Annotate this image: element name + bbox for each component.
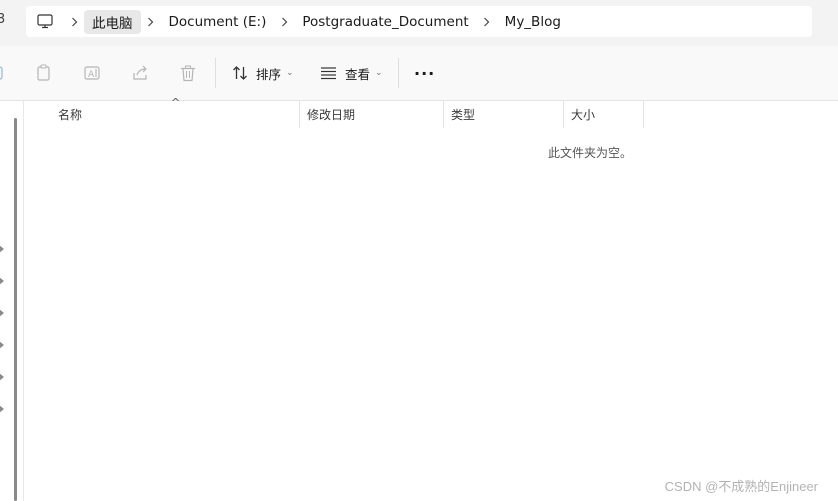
view-button[interactable]: 查看 ⌄ xyxy=(320,60,383,86)
expand-arrow-icon[interactable] xyxy=(0,245,4,253)
view-label: 查看 xyxy=(345,66,371,82)
chevron-down-icon: ⌄ xyxy=(286,68,294,78)
empty-folder-message: 此文件夹为空。 xyxy=(548,146,633,160)
expand-arrow-icon[interactable] xyxy=(0,405,4,413)
rename-icon[interactable]: A xyxy=(84,60,102,86)
svg-text:A: A xyxy=(88,70,95,80)
breadcrumb-item-drive[interactable]: Document (E:) xyxy=(161,10,275,34)
chevron-right-icon[interactable] xyxy=(141,6,161,37)
column-label: 类型 xyxy=(451,108,476,122)
computer-icon[interactable] xyxy=(26,6,64,37)
expand-arrow-icon[interactable] xyxy=(0,277,4,285)
chevron-right-icon[interactable] xyxy=(274,6,294,37)
chevron-right-icon[interactable] xyxy=(477,6,497,37)
nav-scrollbar[interactable] xyxy=(14,118,17,501)
sort-arrows-icon xyxy=(233,66,247,80)
command-bar: A 排序 ⌄ 查看 ⌄ ··· xyxy=(0,46,838,101)
column-header-size[interactable]: 大小 xyxy=(564,101,644,128)
address-region: 3 此电脑 Document (E:) Postgraduate_Documen… xyxy=(0,0,838,46)
monitor-icon xyxy=(37,14,53,29)
chevron-right-icon[interactable] xyxy=(64,6,84,37)
sort-button[interactable]: 排序 ⌄ xyxy=(232,60,294,86)
partial-edge-glyph: 3 xyxy=(0,12,6,27)
watermark: CSDN @不成熟的Enjineer xyxy=(664,479,818,494)
breadcrumb-item-postgraduate[interactable]: Postgraduate_Document xyxy=(294,10,476,34)
copy-icon[interactable] xyxy=(36,60,52,86)
file-explorer-window: 3 此电脑 Document (E:) Postgraduate_Documen… xyxy=(0,0,838,501)
share-icon[interactable] xyxy=(132,60,150,86)
toolbar-divider xyxy=(215,58,216,88)
expand-arrow-icon[interactable] xyxy=(0,341,4,349)
view-lines-icon xyxy=(321,67,336,80)
cut-icon[interactable] xyxy=(0,60,4,86)
navigation-pane xyxy=(0,101,24,501)
column-header-date-modified[interactable]: 修改日期 xyxy=(300,101,444,128)
breadcrumb-item-my-blog[interactable]: My_Blog xyxy=(497,10,569,34)
more-options-button[interactable]: ··· xyxy=(414,60,435,86)
trash-icon[interactable] xyxy=(180,60,196,86)
expand-arrow-icon[interactable] xyxy=(0,309,4,317)
breadcrumb-item-this-pc[interactable]: 此电脑 xyxy=(84,9,141,34)
column-header-type[interactable]: 类型 xyxy=(444,101,564,128)
expand-arrow-icon[interactable] xyxy=(0,373,4,381)
column-label: 大小 xyxy=(571,108,596,122)
column-label: 名称 xyxy=(58,108,83,122)
sort-label: 排序 xyxy=(256,66,282,82)
column-label: 修改日期 xyxy=(307,108,356,122)
address-bar[interactable]: 此电脑 Document (E:) Postgraduate_Document … xyxy=(26,6,812,37)
chevron-down-icon: ⌄ xyxy=(375,68,383,78)
toolbar-divider xyxy=(398,58,399,88)
column-header-name[interactable]: 名称 xyxy=(51,101,300,128)
